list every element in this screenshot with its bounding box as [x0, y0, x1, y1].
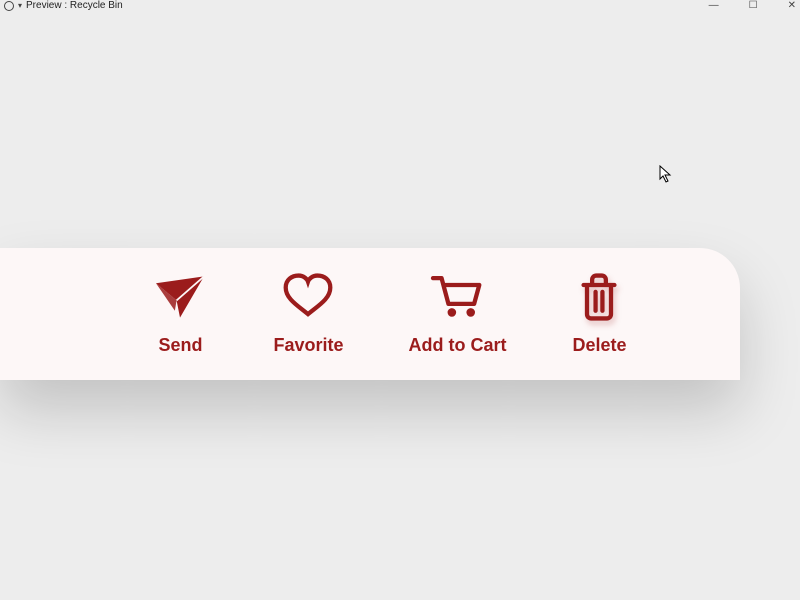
cart-icon [429, 273, 485, 321]
send-label: Send [158, 335, 202, 356]
send-button[interactable]: Send [152, 273, 208, 356]
trash-icon [571, 273, 627, 321]
close-button[interactable]: ✕ [788, 0, 796, 11]
maximize-button[interactable]: ☐ [749, 0, 758, 11]
delete-label: Delete [572, 335, 626, 356]
refresh-icon[interactable] [4, 1, 14, 11]
dropdown-icon[interactable]: ▾ [18, 1, 22, 10]
mouse-cursor [659, 165, 673, 188]
add-to-cart-button[interactable]: Add to Cart [408, 273, 506, 356]
delete-button[interactable]: Delete [571, 273, 627, 356]
window-title: Preview : Recycle Bin [26, 0, 123, 11]
heart-icon [280, 273, 336, 321]
paper-plane-icon [152, 273, 208, 321]
favorite-button[interactable]: Favorite [273, 273, 343, 356]
minimize-button[interactable]: — [709, 0, 719, 11]
cart-label: Add to Cart [408, 335, 506, 356]
favorite-label: Favorite [273, 335, 343, 356]
action-bar: Send Favorite Add to Cart Delete [0, 248, 740, 380]
window-titlebar: ▾ Preview : Recycle Bin — ☐ ✕ [0, 0, 800, 10]
